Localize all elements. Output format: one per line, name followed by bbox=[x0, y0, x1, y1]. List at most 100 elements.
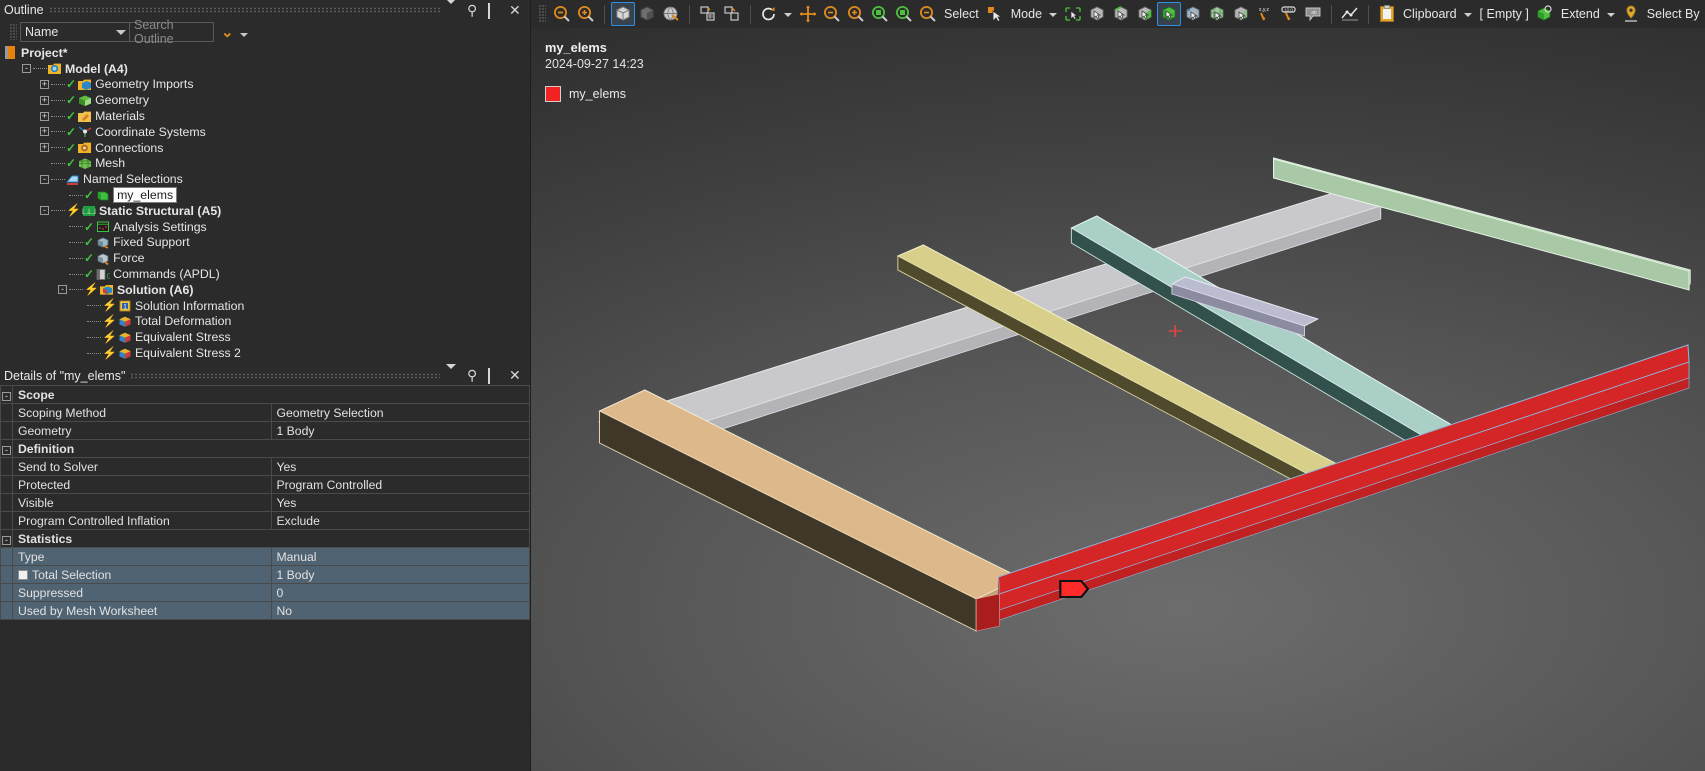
tree-item-project[interactable]: Project* bbox=[0, 45, 530, 61]
outline-maximize-icon[interactable] bbox=[488, 2, 501, 19]
outline-filter-field[interactable]: Name bbox=[20, 22, 130, 42]
filter-options-caret-icon[interactable] bbox=[239, 33, 248, 37]
tree-item-solution-information[interactable]: ⚡ 1 Solution Information bbox=[0, 298, 530, 314]
details-row[interactable]: Geometry 1 Body bbox=[0, 421, 530, 440]
magnifier-icon[interactable] bbox=[892, 2, 916, 26]
tree-item-geometry[interactable]: + ✓ Geometry bbox=[0, 92, 530, 108]
details-value[interactable]: Program Controlled bbox=[270, 475, 530, 494]
details-close-icon[interactable]: ✕ bbox=[509, 368, 522, 382]
rotate-icon[interactable] bbox=[757, 2, 781, 26]
details-value[interactable]: 0 bbox=[270, 583, 530, 602]
box-zoom-icon[interactable] bbox=[844, 2, 868, 26]
details-row[interactable]: Suppressed 0 bbox=[0, 583, 530, 602]
tree-item-model-a4[interactable]: - Model (A4) bbox=[0, 61, 530, 77]
outline-caret-icon[interactable] bbox=[446, 0, 459, 18]
tree-expander[interactable]: - bbox=[40, 206, 49, 216]
search-outline-input[interactable]: Search Outline bbox=[130, 18, 214, 46]
edge-coloring-icon[interactable] bbox=[696, 2, 720, 26]
cursor-mode-icon[interactable] bbox=[983, 2, 1007, 26]
details-row[interactable]: Program Controlled Inflation Exclude bbox=[0, 511, 530, 530]
tree-item-static-structural-a5[interactable]: - ⚡ ⊥⊥⊥ Static Structural (A5) bbox=[0, 203, 530, 219]
toolbar-caret-icon[interactable] bbox=[1606, 13, 1615, 17]
toolbar-label-clipboard[interactable]: Clipboard bbox=[1399, 7, 1461, 21]
annotation-icon[interactable]: ab bbox=[1301, 2, 1325, 26]
tree-expander[interactable]: + bbox=[40, 143, 49, 153]
select-by-icon[interactable] bbox=[1619, 2, 1643, 26]
total-selection-checkbox[interactable] bbox=[18, 569, 28, 580]
tree-item-force[interactable]: ✓ Force bbox=[0, 250, 530, 266]
details-group-expander[interactable]: - bbox=[0, 529, 13, 548]
toolbar-label-mode[interactable]: Mode bbox=[1007, 7, 1046, 21]
details-pin-icon[interactable]: ⚲ bbox=[467, 368, 480, 382]
details-value[interactable]: Manual bbox=[270, 547, 530, 566]
show-vertices-icon[interactable] bbox=[611, 2, 635, 26]
tree-item-named-selections[interactable]: - Named Selections bbox=[0, 171, 530, 187]
details-value[interactable]: No bbox=[270, 601, 530, 620]
tree-item-coordinate-systems[interactable]: + ✓ Coordinate Systems bbox=[0, 124, 530, 140]
distance-probe-icon[interactable]: 10.0 bbox=[1277, 2, 1301, 26]
3d-viewport[interactable]: my_elems 2024-09-27 14:23 my_elems bbox=[531, 28, 1705, 771]
apply-filter-icon[interactable]: ⌄ bbox=[221, 25, 234, 40]
details-value[interactable]: Yes bbox=[270, 457, 530, 476]
tree-item-equivalent-stress-2[interactable]: ⚡ Equivalent Stress 2 bbox=[0, 345, 530, 361]
tree-item-fixed-support[interactable]: ✓ Fixed Support bbox=[0, 235, 530, 251]
random-colors-icon[interactable] bbox=[720, 2, 744, 26]
outline-pin-icon[interactable]: ⚲ bbox=[467, 3, 480, 17]
filter-drag-grip[interactable] bbox=[10, 24, 17, 40]
details-group-expander[interactable]: - bbox=[0, 385, 13, 404]
tree-expander[interactable]: - bbox=[58, 285, 67, 295]
details-row[interactable]: Total Selection 1 Body bbox=[0, 565, 530, 584]
details-row[interactable]: Visible Yes bbox=[0, 493, 530, 512]
outline-close-icon[interactable]: ✕ bbox=[509, 3, 522, 17]
tree-item-connections[interactable]: + ✓ Connections bbox=[0, 140, 530, 156]
body-select-icon[interactable] bbox=[1157, 2, 1182, 26]
details-value[interactable]: Exclude bbox=[270, 511, 530, 530]
single-select-icon[interactable] bbox=[1061, 2, 1085, 26]
details-value[interactable]: Yes bbox=[270, 493, 530, 512]
details-row[interactable]: Used by Mesh Worksheet No bbox=[0, 601, 530, 620]
tree-item-my-elems[interactable]: ✓ my_elems bbox=[0, 187, 530, 204]
zoom-out-icon[interactable] bbox=[550, 2, 574, 26]
details-value[interactable]: 1 Body bbox=[270, 421, 530, 440]
extend-icon[interactable] bbox=[1533, 2, 1557, 26]
edge-select-icon[interactable] bbox=[1109, 2, 1133, 26]
tree-item-analysis-settings[interactable]: ✓ Analysis Settings bbox=[0, 219, 530, 235]
next-view-icon[interactable] bbox=[916, 2, 940, 26]
toolbar-caret-icon[interactable] bbox=[1463, 13, 1472, 17]
vertex-select-icon[interactable] bbox=[1085, 2, 1109, 26]
details-row[interactable]: Type Manual bbox=[0, 547, 530, 566]
toolbar-caret-icon[interactable] bbox=[784, 13, 792, 17]
toolbar-label-select-by[interactable]: Select By bbox=[1643, 7, 1704, 21]
zoom-icon[interactable] bbox=[820, 2, 844, 26]
toolbar-label-select[interactable]: Select bbox=[940, 7, 983, 21]
tree-expander[interactable]: + bbox=[40, 79, 49, 89]
node-select-icon[interactable] bbox=[1181, 2, 1205, 26]
wireframe-icon[interactable] bbox=[635, 2, 659, 26]
tree-item-geometry-imports[interactable]: + ✓ Geometry Imports bbox=[0, 77, 530, 93]
details-value[interactable]: 1 Body bbox=[270, 565, 530, 584]
details-row[interactable]: Send to Solver Yes bbox=[0, 457, 530, 476]
element-face-select-icon[interactable] bbox=[1229, 2, 1253, 26]
chart-icon[interactable] bbox=[1338, 2, 1362, 26]
toolbar-label-empty[interactable]: [ Empty ] bbox=[1476, 7, 1533, 21]
details-caret-icon[interactable] bbox=[446, 364, 459, 383]
tree-expander[interactable]: + bbox=[40, 111, 49, 121]
details-value[interactable]: Geometry Selection bbox=[270, 403, 530, 422]
details-row[interactable]: Protected Program Controlled bbox=[0, 475, 530, 494]
zoom-to-fit-icon[interactable] bbox=[868, 2, 892, 26]
toolbar-drag-grip[interactable] bbox=[539, 5, 546, 23]
tree-expander[interactable]: - bbox=[40, 174, 49, 184]
toolbar-label-extend[interactable]: Extend bbox=[1557, 7, 1604, 21]
tree-expander[interactable]: + bbox=[40, 127, 49, 137]
selected-element-marker[interactable] bbox=[1059, 580, 1090, 598]
tree-item-equivalent-stress[interactable]: ⚡ Equivalent Stress bbox=[0, 329, 530, 345]
tree-expander[interactable]: - bbox=[22, 64, 31, 74]
tree-item-solution-a6[interactable]: - ⚡ Solution (A6) bbox=[0, 282, 530, 298]
show-mesh-icon[interactable] bbox=[659, 2, 683, 26]
element-select-icon[interactable] bbox=[1205, 2, 1229, 26]
details-row[interactable]: Scoping Method Geometry Selection bbox=[0, 403, 530, 422]
tree-item-mesh[interactable]: ✓ Mesh bbox=[0, 156, 530, 172]
details-group-expander[interactable]: - bbox=[0, 439, 13, 458]
toolbar-caret-icon[interactable] bbox=[1049, 13, 1058, 17]
tree-item-commands-apdl[interactable]: ✓ C Commands (APDL) bbox=[0, 266, 530, 282]
